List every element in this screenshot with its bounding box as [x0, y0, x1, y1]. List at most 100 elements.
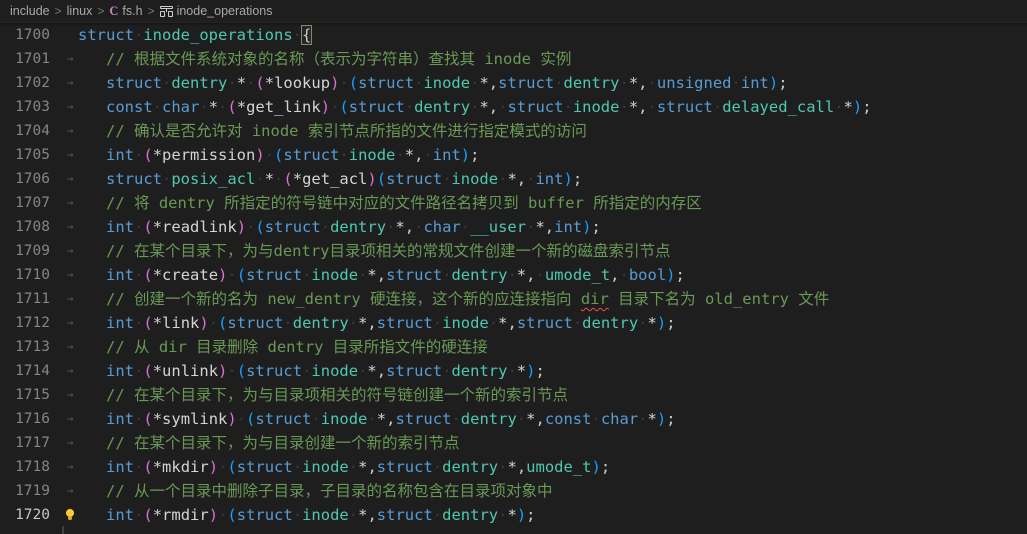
- code-line[interactable]: 1719 → // 从一个目录中删除子目录，子目录的名称包含在目录项对象中: [0, 479, 1027, 503]
- code-token: (: [143, 146, 153, 164]
- code-line[interactable]: 1704 → // 确认是否允许对 inode 索引节点所指的文件进行指定模式的访…: [0, 119, 1027, 143]
- code-token: ·: [134, 458, 144, 476]
- code-line[interactable]: 1717 → // 在某个目录下，为与目录创建一个新的索引节点: [0, 431, 1027, 455]
- code-token: struct: [246, 362, 303, 380]
- code-token: inode: [320, 410, 368, 428]
- code-token: int: [106, 410, 134, 428]
- code-token: *: [152, 146, 163, 164]
- code-token: (: [348, 74, 359, 92]
- code-token: ,: [507, 314, 517, 332]
- line-number: 1702: [15, 75, 50, 91]
- code-token: ·: [348, 314, 359, 332]
- code-line[interactable]: 1711 → // 创建一个新的名为 new_dentry 硬连接，这个新的应连接…: [0, 287, 1027, 311]
- code-token: ·: [292, 26, 302, 44]
- code-token: *: [395, 218, 405, 236]
- code-token: ;: [862, 98, 872, 116]
- code-token: *: [376, 410, 387, 428]
- code-line-content: // 在某个目录下，为与目录创建一个新的索引节点: [78, 431, 1027, 455]
- code-token: ): [656, 314, 667, 332]
- code-token: // 在某个目录下，为与dentry目录项相关的常规文件创建一个新的磁盘索引节点: [106, 242, 671, 260]
- code-token: rmdir: [162, 506, 209, 524]
- code-token: umode_t: [526, 458, 592, 476]
- code-token: struct: [386, 170, 443, 188]
- code-content-area[interactable]: 1700 struct·inode_operations·{1701 → // 根据…: [0, 23, 1027, 534]
- tab-indent-arrow-icon: →: [66, 124, 74, 137]
- code-token: ): [330, 74, 340, 92]
- lightbulb-icon[interactable]: [62, 509, 78, 521]
- code-line[interactable]: 1710 → int·(*create)·(struct·inode·*,stru…: [0, 263, 1027, 287]
- code-token: permission: [162, 146, 256, 164]
- code-line[interactable]: 1718 → int·(*mkdir)·(struct·inode·*,struc…: [0, 455, 1027, 479]
- line-number: 1717: [15, 435, 50, 451]
- code-token: *: [404, 146, 415, 164]
- code-line[interactable]: 1708 → int·(*readlink)·(struct·dentry·*,·…: [0, 215, 1027, 239]
- code-token: inode: [311, 266, 359, 284]
- code-token: (: [143, 506, 153, 524]
- code-token: *: [152, 410, 163, 428]
- breadcrumb-item-linux[interactable]: linux: [67, 4, 93, 18]
- code-token: ,: [610, 266, 620, 284]
- breadcrumb-item-label: include: [10, 4, 50, 18]
- code-line[interactable]: 1702 → struct·dentry·*·(*lookup)·(struct·…: [0, 71, 1027, 95]
- code-token: (: [376, 170, 387, 188]
- code-token: ·: [208, 314, 219, 332]
- code-token: ·: [404, 98, 415, 116]
- code-line[interactable]: 1701 → // 根据文件系统对象的名称（表示为字符串）查找其 inode 实例: [0, 47, 1027, 71]
- line-number: 1713: [15, 339, 50, 355]
- code-line[interactable]: 1706 → struct·posix_acl·*·(*get_acl)(stru…: [0, 167, 1027, 191]
- code-line[interactable]: 1716 → int·(*symlink)·(struct·inode·*,str…: [0, 407, 1027, 431]
- code-line[interactable]: 1720 int·(*rmdir)·(struct·inode·*,struct…: [0, 503, 1027, 527]
- code-token: inode: [442, 314, 489, 332]
- code-token: ): [199, 314, 209, 332]
- code-line[interactable]: 1703 → const·char·*·(*get_link)·(struct·d…: [0, 95, 1027, 119]
- indent-guide-stub: [62, 526, 64, 534]
- code-token: inode: [451, 170, 499, 188]
- tab-indent-arrow-icon: →: [66, 244, 74, 257]
- code-token: (: [339, 98, 349, 116]
- code-token: char: [600, 410, 639, 428]
- code-token: struct: [236, 458, 293, 476]
- line-number: 1700: [15, 27, 50, 43]
- code-token: int: [106, 314, 134, 332]
- code-line[interactable]: 1705 → int·(*permission)·(struct·inode·*,…: [0, 143, 1027, 167]
- code-token: *: [507, 170, 517, 188]
- breadcrumb-item-inode_operations[interactable]: inode_operations: [159, 4, 273, 18]
- code-token: struct: [358, 74, 415, 92]
- code-token: ): [666, 266, 676, 284]
- breadcrumb-item-include[interactable]: include: [10, 4, 50, 18]
- code-token: posix_acl: [171, 170, 256, 188]
- code-token: inode: [311, 362, 359, 380]
- code-token: (: [143, 362, 153, 380]
- code-token: ,: [367, 506, 377, 524]
- code-token: ): [236, 218, 247, 236]
- line-number: 1711: [15, 291, 50, 307]
- code-token: ): [516, 506, 527, 524]
- code-line[interactable]: 1707 → // 将 dentry 所指定的符号链中对应的文件路径名拷贝到 bu…: [0, 191, 1027, 215]
- code-line-content: // 在某个目录下，为与dentry目录项相关的常规文件创建一个新的磁盘索引节点: [78, 239, 1027, 263]
- code-line-content: // 确认是否允许对 inode 索引节点所指的文件进行指定模式的访问: [78, 119, 1027, 143]
- code-token: (: [143, 314, 153, 332]
- code-line[interactable]: 1713 → // 从 dir 目录删除 dentry 目录所指文件的硬连接: [0, 335, 1027, 359]
- code-token: // 在某个目录下，为与目录项相关的符号链创建一个新的索引节点: [106, 386, 568, 404]
- code-line[interactable]: 1712 → int·(*link)·(struct·dentry·*,struc…: [0, 311, 1027, 335]
- code-token: ,: [376, 362, 387, 380]
- code-token: ·: [152, 98, 163, 116]
- code-token: ): [255, 146, 265, 164]
- code-line[interactable]: 1709 → // 在某个目录下，为与dentry目录项相关的常规文件创建一个新的…: [0, 239, 1027, 263]
- code-token: ·: [218, 506, 228, 524]
- breadcrumb[interactable]: include > linux > Cfs.h > inode_operations: [0, 0, 1027, 22]
- code-token: ·: [647, 74, 657, 92]
- line-number: 1719: [15, 483, 50, 499]
- code-line[interactable]: 1715 → // 在某个目录下，为与目录项相关的符号链创建一个新的索引节点: [0, 383, 1027, 407]
- code-token: ·: [712, 98, 723, 116]
- line-number: 1712: [15, 315, 50, 331]
- code-line[interactable]: 1714 → int·(*unlink)·(struct·inode·*,stru…: [0, 359, 1027, 383]
- code-token: dentry: [460, 410, 517, 428]
- code-token: struct: [255, 410, 312, 428]
- code-line[interactable]: 1700 struct·inode_operations·{: [0, 23, 1027, 47]
- breadcrumb-separator-icon: >: [147, 4, 155, 18]
- code-token: dentry: [451, 362, 508, 380]
- breadcrumb-item-fs-h[interactable]: Cfs.h: [109, 4, 142, 19]
- code-token: ·: [162, 74, 172, 92]
- code-token: struct: [656, 98, 713, 116]
